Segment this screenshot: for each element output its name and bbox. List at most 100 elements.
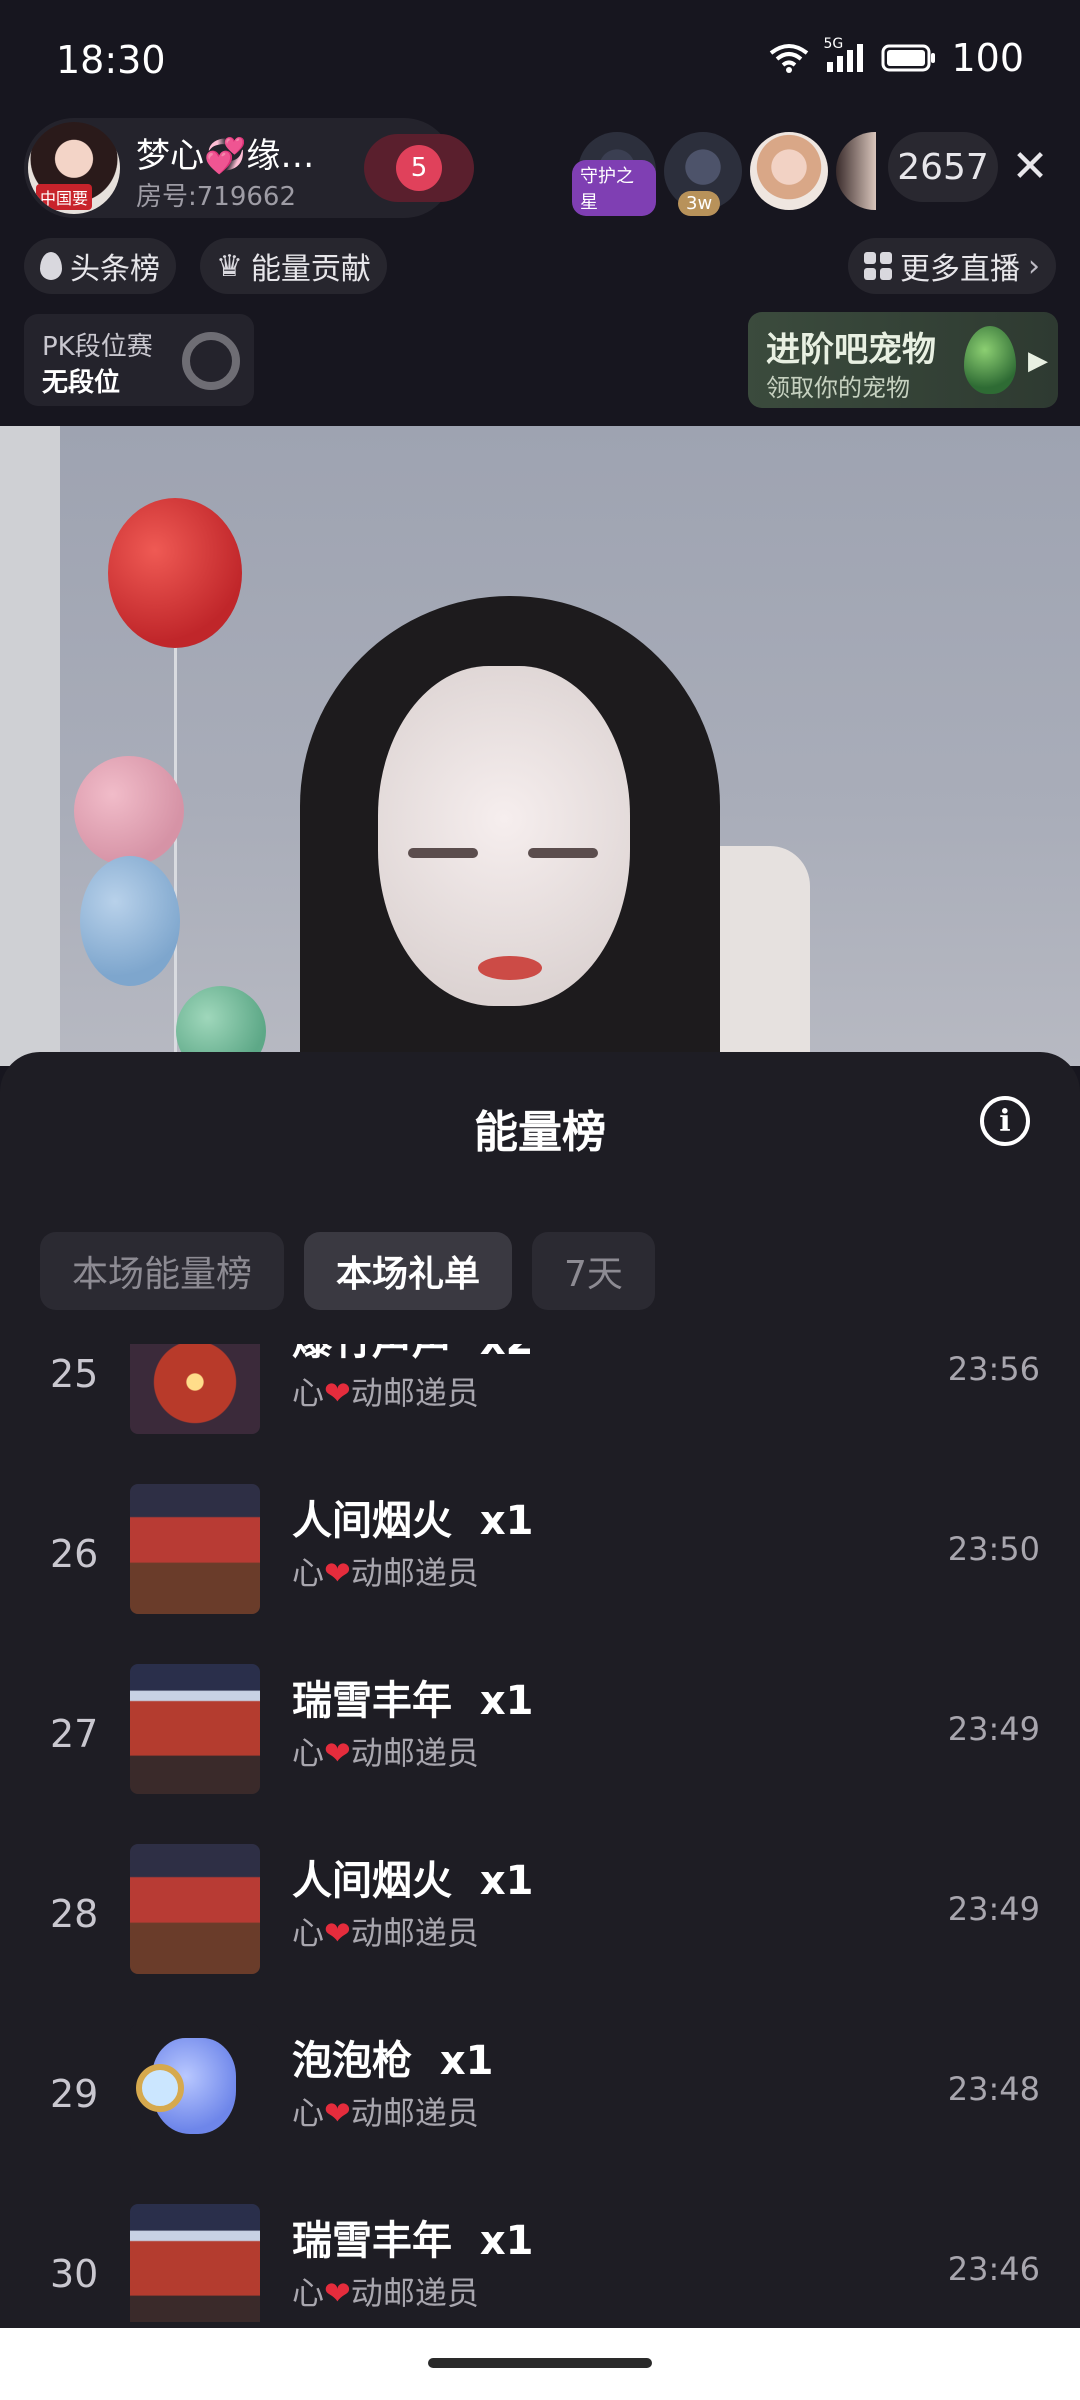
sheet-title: 能量榜	[474, 1107, 606, 1158]
headline-rank-chip[interactable]: 头条榜	[24, 238, 176, 294]
sender-name: 心❤动邮递员	[292, 2094, 479, 2132]
eye-right	[528, 848, 598, 858]
list-item[interactable]: 27 瑞雪丰年 x1 心❤动邮递员 23:49	[0, 1664, 1080, 1844]
viewer-avatar[interactable]: 守护之星	[572, 132, 656, 216]
gift-rank: 30	[50, 2252, 99, 2296]
anchor-name: 梦心💞缘…	[136, 136, 315, 176]
pk-rank-card[interactable]: PK段位赛 无段位	[24, 314, 254, 406]
gift-name: 爆竹声声 x2	[292, 1344, 534, 1366]
energy-contribution-chip[interactable]: ♛ 能量贡献	[200, 238, 387, 294]
gift-thumbnail	[130, 1664, 260, 1794]
live-video[interactable]	[0, 426, 1080, 1066]
heart-icon: ❤	[324, 2094, 351, 2132]
heart-icon: ❤	[324, 1734, 351, 1772]
pk-badge-icon	[182, 332, 240, 390]
anchor-info[interactable]: 中国要 梦心💞缘… 房号:719662 5	[24, 118, 474, 218]
gift-time: 23:46	[947, 2250, 1040, 2288]
gift-time: 23:48	[947, 2070, 1040, 2108]
gift-name: 人间烟火 x1	[292, 1858, 534, 1904]
gift-rank: 26	[50, 1532, 99, 1576]
gift-time: 23:49	[947, 1890, 1040, 1928]
pet-banner-subtitle: 领取你的宠物	[766, 374, 910, 402]
sender-name: 心❤动邮递员	[292, 1734, 479, 1772]
viewer-avatar-list: 守护之星 3w	[572, 126, 876, 216]
anchor-avatar[interactable]: 中国要	[28, 122, 120, 214]
list-item[interactable]: 25 爆竹声声 x2 心❤动邮递员 23:56	[0, 1344, 1080, 1484]
contribution-badge: 3w	[678, 191, 721, 216]
viewer-avatar[interactable]: 3w	[664, 132, 742, 216]
viewer-count-button[interactable]: 2657	[888, 132, 998, 202]
heart-icon: ❤	[324, 1914, 351, 1952]
gift-time: 23:50	[947, 1530, 1040, 1568]
pet-egg-icon	[964, 326, 1016, 394]
list-item[interactable]: 29 泡泡枪 x1 心❤动邮递员 23:48	[0, 2024, 1080, 2204]
gift-rank: 28	[50, 1892, 99, 1936]
list-item[interactable]: 26 人间烟火 x1 心❤动邮递员 23:50	[0, 1484, 1080, 1664]
info-icon[interactable]: i	[980, 1096, 1030, 1146]
streamer-face	[378, 666, 630, 1006]
gift-rank: 29	[50, 2072, 99, 2116]
fan-level-badge[interactable]: 5	[364, 134, 474, 202]
sender-name: 心❤动邮递员	[292, 1914, 479, 1952]
room-id: 房号:719662	[136, 182, 297, 212]
heart-icon: ❤	[324, 1554, 351, 1592]
wifi-icon	[770, 44, 809, 73]
energy-contribution-label: 能量贡献	[250, 252, 371, 287]
gift-name: 人间烟火 x1	[292, 1498, 534, 1544]
headline-rank-label: 头条榜	[70, 252, 160, 287]
gift-thumbnail	[130, 1344, 260, 1434]
status-time: 18:30	[56, 38, 166, 82]
pk-title: PK段位赛	[42, 332, 153, 362]
guard-star-badge: 守护之星	[572, 160, 656, 216]
live-room-screen: { "status_bar": { "time": "18:30", "netw…	[0, 0, 1080, 2400]
battery-icon	[881, 44, 936, 72]
gift-name: 瑞雪丰年 x1	[292, 1678, 534, 1724]
energy-rank-sheet: 能量榜 i 本场能量榜 本场礼单 7天 25 爆竹声声 x2 心❤动邮递员 23…	[0, 1052, 1080, 2400]
level-heart-icon: 5	[396, 145, 442, 191]
rank-chips: 头条榜 ♛ 能量贡献 更多直播 ›	[24, 238, 1056, 298]
heart-icon: ❤	[324, 1374, 351, 1412]
balloon-red	[108, 498, 242, 648]
viewer-avatar[interactable]	[750, 132, 828, 210]
pk-rank-value: 无段位	[42, 368, 121, 398]
balloon-pink	[74, 756, 184, 866]
eye-left	[408, 848, 478, 858]
status-icons: 5G 100	[769, 36, 1024, 80]
play-arrow-icon: ▶	[1028, 346, 1048, 376]
gift-time: 23:56	[947, 1350, 1040, 1388]
heart-icon: ❤	[324, 2274, 351, 2312]
live-top-bar: 中国要 梦心💞缘… 房号:719662 5 守护之星 3w 2657 ✕	[0, 118, 1080, 228]
gift-thumbnail	[130, 1844, 260, 1974]
video-wall	[0, 426, 60, 1066]
list-item[interactable]: 28 人间烟火 x1 心❤动邮递员 23:49	[0, 1844, 1080, 2024]
status-bar: 18:30 5G 100	[0, 0, 1080, 120]
tab-session-energy[interactable]: 本场能量榜	[40, 1232, 285, 1310]
battery-level: 100	[951, 36, 1024, 80]
more-live-label: 更多直播	[900, 252, 1020, 287]
flame-icon	[40, 252, 62, 280]
more-live-chip[interactable]: 更多直播 ›	[848, 238, 1056, 294]
tab-7-days[interactable]: 7天	[532, 1232, 655, 1310]
pet-promo-banner[interactable]: 进阶吧宠物 领取你的宠物 ▶	[748, 312, 1058, 408]
sender-name: 心❤动邮递员	[292, 1374, 479, 1412]
sender-name: 心❤动邮递员	[292, 2274, 479, 2312]
cellular-icon: 5G	[823, 36, 867, 74]
close-icon[interactable]: ✕	[1002, 138, 1058, 194]
sender-name: 心❤动邮递员	[292, 1554, 479, 1592]
avatar-tag: 中国要	[36, 184, 93, 210]
home-indicator[interactable]	[428, 2358, 652, 2368]
tab-session-gifts[interactable]: 本场礼单	[304, 1232, 513, 1310]
gift-thumbnail	[130, 1484, 260, 1614]
gift-name: 瑞雪丰年 x1	[292, 2218, 534, 2264]
sheet-tabs: 本场能量榜 本场礼单 7天	[40, 1232, 655, 1310]
list-item[interactable]: 30 瑞雪丰年 x1 心❤动邮递员 23:46	[0, 2204, 1080, 2322]
pet-banner-title: 进阶吧宠物	[766, 330, 936, 370]
viewer-avatar[interactable]	[836, 132, 876, 210]
gift-list: 25 爆竹声声 x2 心❤动邮递员 23:56 26 人间烟火 x1 心❤动邮递…	[0, 1344, 1080, 2322]
crown-icon: ♛	[216, 248, 243, 284]
gift-time: 23:49	[947, 1710, 1040, 1748]
balloon-blue	[80, 856, 180, 986]
gift-name: 泡泡枪 x1	[292, 2038, 494, 2084]
chevron-right-icon: ›	[1028, 248, 1040, 284]
gift-rank: 25	[50, 1352, 99, 1396]
